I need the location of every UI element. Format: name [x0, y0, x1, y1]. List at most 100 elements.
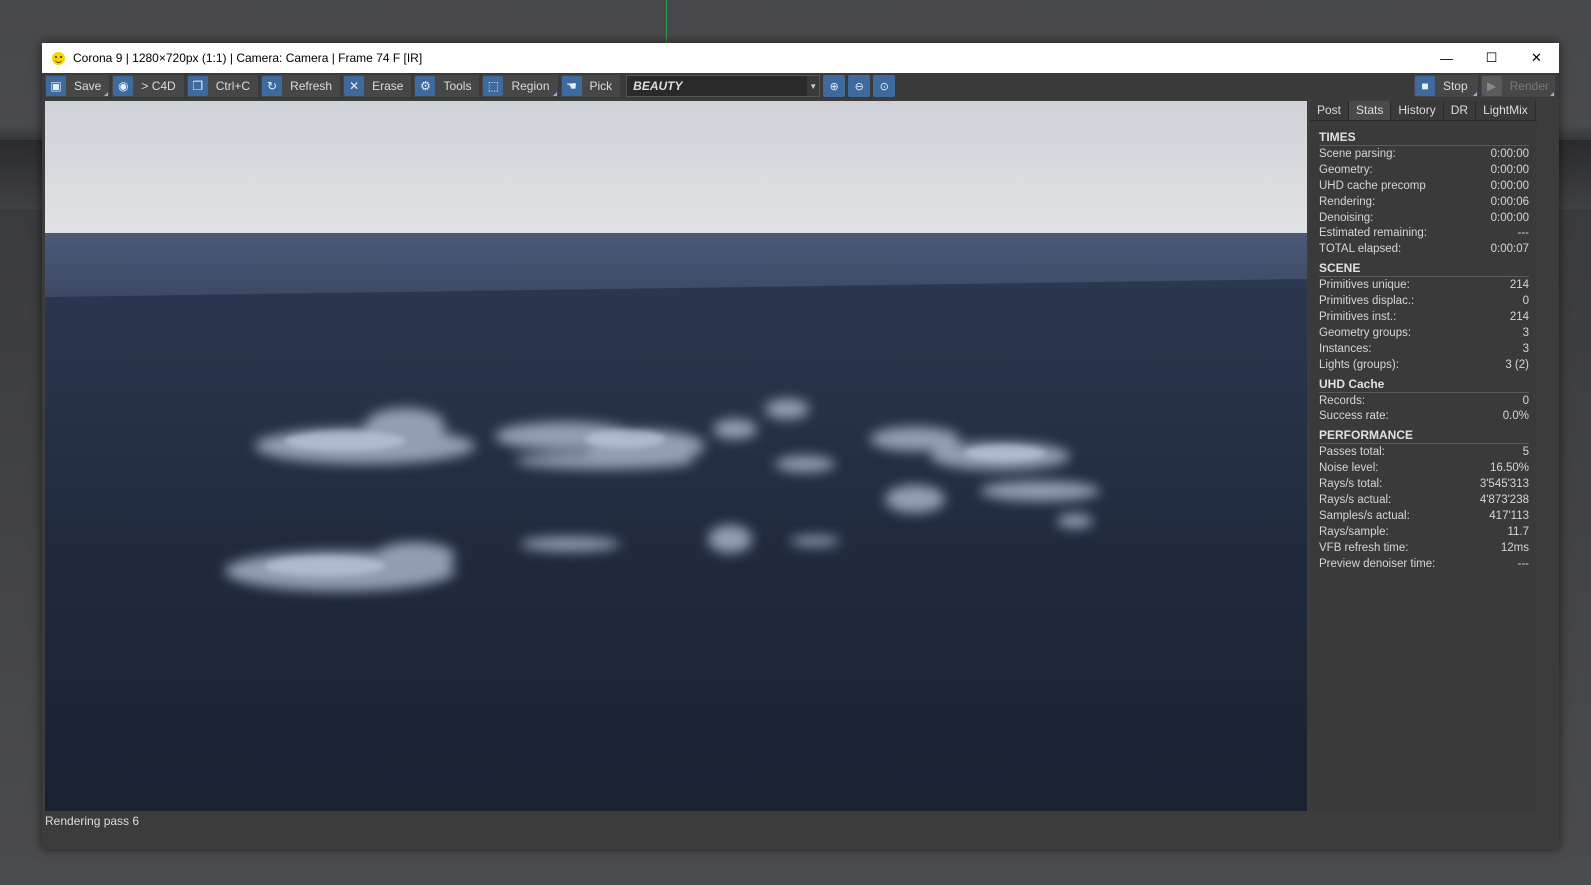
stat-value: 12ms — [1500, 541, 1529, 554]
zoom-in-icon: ⊕ — [829, 80, 839, 93]
refresh-button[interactable]: ↻ Refresh — [261, 75, 341, 97]
floppy-icon: ▣ — [46, 76, 66, 96]
to-c4d-button[interactable]: ◉ > C4D — [112, 75, 184, 97]
tab-stats[interactable]: Stats — [1349, 101, 1392, 120]
maximize-button[interactable]: ☐ — [1469, 43, 1514, 73]
copy-button[interactable]: ❐ Ctrl+C — [186, 75, 259, 97]
erase-button[interactable]: ✕ Erase — [343, 75, 412, 97]
pick-button[interactable]: ☚ Pick — [560, 75, 621, 97]
stat-label: Samples/s actual: — [1319, 509, 1410, 522]
pick-label: Pick — [589, 79, 613, 93]
vfb-window: Corona 9 | 1280×720px (1:1) | Camera: Ca… — [42, 43, 1559, 849]
stat-row: Records: 0 — [1319, 394, 1529, 410]
stat-value: 214 — [1509, 279, 1529, 292]
section-title: TIMES — [1319, 129, 1529, 146]
hand-icon: ☚ — [561, 76, 582, 96]
minimize-button[interactable]: — — [1424, 43, 1469, 73]
stat-label: Denoising: — [1319, 211, 1374, 224]
stat-label: Rays/s total: — [1319, 478, 1383, 491]
panel-tabs: Post Stats History DR LightMix — [1310, 101, 1537, 121]
times-section: TIMES Scene parsing: 0:00:00 Geometry: 0:0… — [1319, 129, 1529, 258]
stat-row: Preview denoiser time: --- — [1319, 557, 1529, 573]
window-controls: — ☐ ✕ — [1424, 43, 1559, 73]
refresh-label: Refresh — [290, 79, 333, 93]
stat-label: Instances: — [1319, 342, 1372, 355]
ocean-surface — [45, 279, 1307, 811]
save-label: Save — [74, 79, 102, 93]
tab-dr[interactable]: DR — [1443, 101, 1477, 120]
stat-value: 0 — [1522, 394, 1529, 407]
zoom-fit-icon: ⊙ — [879, 80, 889, 93]
tools-button[interactable]: ⚙ Tools — [414, 75, 480, 97]
stat-row: Success rate: 0.0% — [1319, 409, 1529, 425]
stat-label: Primitives unique: — [1319, 279, 1410, 292]
stat-label: TOTAL elapsed: — [1319, 243, 1402, 256]
background-y-axis-line — [666, 0, 667, 44]
stat-row: UHD cache precomp 0:00:00 — [1319, 179, 1529, 195]
render-label: Render — [1509, 79, 1549, 93]
uhd-cache-section: UHD Cache Records: 0 Success rate: 0.0% — [1319, 376, 1529, 426]
stat-value: 0 — [1522, 295, 1529, 308]
corona-logo-icon — [52, 51, 65, 65]
stat-value: --- — [1517, 227, 1530, 240]
stat-row: Passes total: 5 — [1319, 445, 1529, 461]
stat-row: VFB refresh time: 12ms — [1319, 541, 1529, 557]
stat-value: --- — [1517, 557, 1530, 570]
render-pass-select[interactable]: BEAUTY ▼ — [626, 75, 821, 97]
render-button[interactable]: ▶ Render — [1480, 75, 1555, 97]
stat-value: 0:00:00 — [1490, 148, 1529, 160]
stop-button[interactable]: ■ Stop — [1413, 75, 1478, 97]
zoom-out-button[interactable]: ⊖ — [848, 75, 871, 97]
stat-label: Geometry: — [1319, 163, 1373, 176]
stat-row: Samples/s actual: 417'113 — [1319, 509, 1529, 525]
stats-content: TIMES Scene parsing: 0:00:00 Geometry: 0:0… — [1310, 121, 1537, 572]
erase-icon: ✕ — [344, 76, 365, 96]
stat-label: Rendering: — [1319, 195, 1376, 208]
status-text: Rendering pass 6 — [45, 814, 140, 828]
dropdown-corner-icon — [1472, 92, 1477, 96]
tab-post[interactable]: Post — [1310, 101, 1350, 120]
stat-value: 0:00:00 — [1490, 163, 1529, 176]
stat-row: Rays/s total: 3'545'313 — [1319, 477, 1529, 493]
stat-value: 11.7 — [1507, 525, 1529, 538]
section-title: UHD Cache — [1319, 376, 1529, 393]
play-icon: ▶ — [1481, 76, 1502, 96]
stop-icon: ■ — [1414, 76, 1435, 96]
gear-icon: ⚙ — [415, 76, 436, 96]
render-pass-value: BEAUTY — [633, 79, 683, 93]
chevron-down-icon[interactable]: ▼ — [807, 76, 820, 96]
stat-row: Primitives inst.: 214 — [1319, 310, 1529, 326]
render-viewport[interactable] — [45, 101, 1307, 811]
region-icon: ⬚ — [483, 76, 504, 96]
stat-label: UHD cache precomp — [1319, 179, 1426, 192]
zoom-in-button[interactable]: ⊕ — [823, 75, 846, 97]
stat-value: 214 — [1509, 311, 1529, 324]
stat-value: 3 — [1522, 326, 1529, 339]
stat-row: Primitives unique: 214 — [1319, 278, 1529, 294]
stat-row: Rays/s actual: 4'873'238 — [1319, 493, 1529, 509]
tools-label: Tools — [443, 79, 472, 93]
close-button[interactable]: ✕ — [1514, 43, 1559, 73]
stat-label: Rays/s actual: — [1319, 494, 1392, 507]
stat-label: Geometry groups: — [1319, 326, 1412, 339]
save-button[interactable]: ▣ Save — [45, 75, 110, 97]
to-c4d-label: > C4D — [141, 79, 176, 93]
stat-value: 0:00:06 — [1490, 195, 1529, 208]
dropdown-corner-icon — [1550, 92, 1554, 96]
vfb-toolbar: ▣ Save ◉ > C4D ❐ Ctrl+C ↻ Refresh ✕ Eras… — [42, 73, 1559, 99]
stat-value: 3'545'313 — [1479, 478, 1529, 491]
tab-history[interactable]: History — [1391, 101, 1444, 120]
stats-panel: Post Stats History DR LightMix TIMES Sce… — [1310, 101, 1537, 811]
stat-row: Rays/sample: 11.7 — [1319, 525, 1529, 541]
stat-row: Rendering: 0:00:06 — [1319, 195, 1529, 211]
stat-row: Primitives displac.: 0 — [1319, 294, 1529, 310]
section-title: PERFORMANCE — [1319, 427, 1529, 445]
region-button[interactable]: ⬚ Region — [482, 75, 558, 97]
tab-lightmix[interactable]: LightMix — [1476, 101, 1536, 120]
stat-label: Scene parsing: — [1319, 148, 1396, 160]
section-title: SCENE — [1319, 260, 1529, 278]
title-bar[interactable]: Corona 9 | 1280×720px (1:1) | Camera: Ca… — [42, 43, 1559, 73]
zoom-fit-button[interactable]: ⊙ — [873, 75, 896, 97]
stat-value: 0:00:00 — [1490, 179, 1529, 192]
stat-value: 0:00:07 — [1490, 243, 1529, 256]
